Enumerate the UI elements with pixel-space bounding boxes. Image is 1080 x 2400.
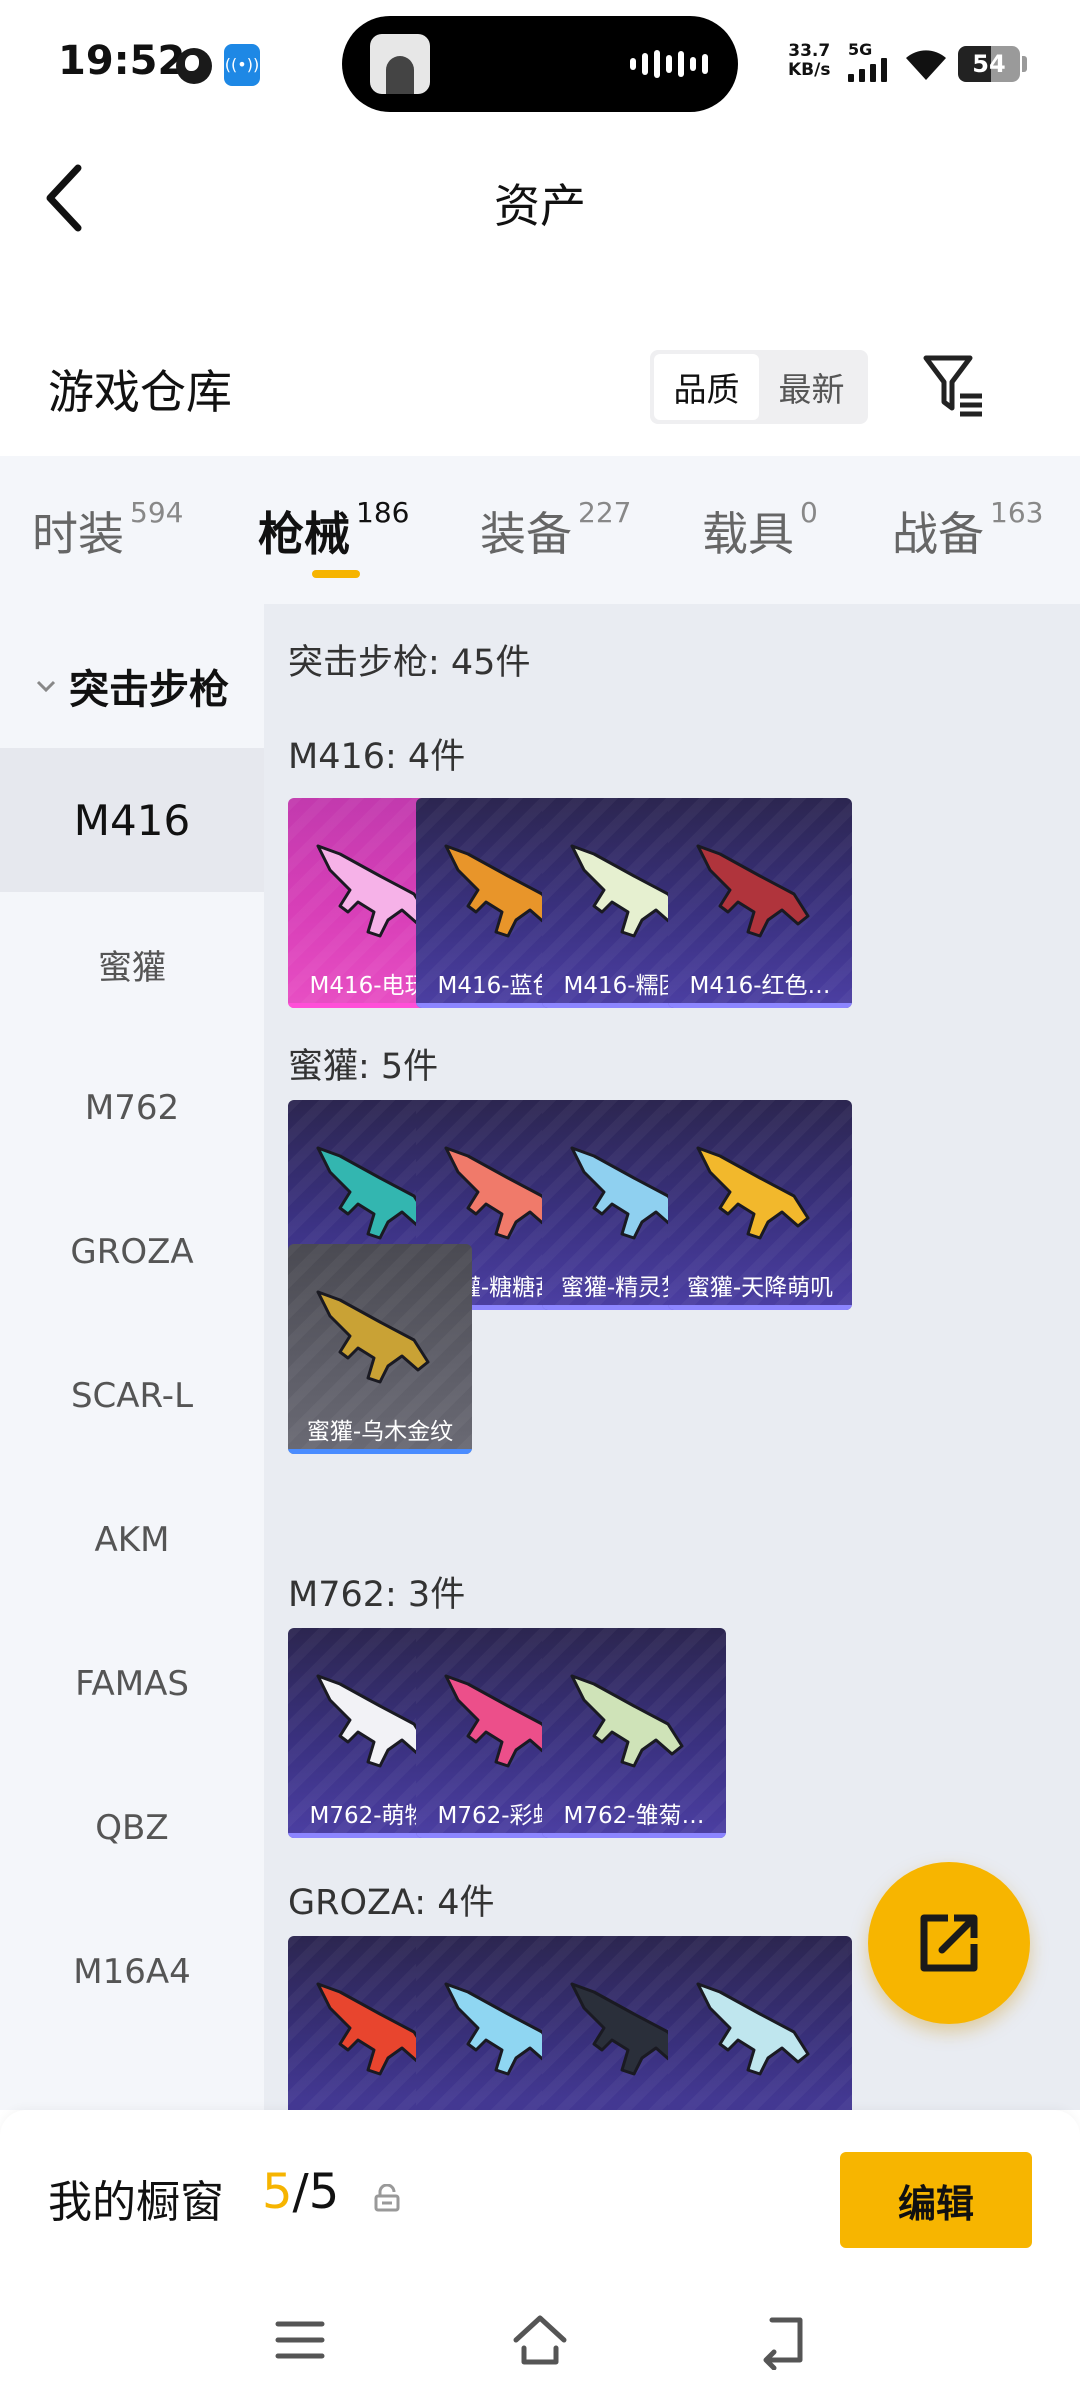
rarity-bar xyxy=(542,1833,726,1838)
group-label-m762: M762: 3件 xyxy=(288,1575,466,1615)
category-total: 突击步枪: 45件 xyxy=(288,643,531,683)
tab-label: 战备 xyxy=(892,507,984,561)
battery-level: 54 xyxy=(972,50,1006,78)
media-avatar xyxy=(370,34,430,94)
back-nav-icon[interactable] xyxy=(752,2310,812,2370)
tab-count: 594 xyxy=(130,496,184,529)
status-bar: 19:52 ((•)) 33.7 KB/s 5G 54 xyxy=(0,0,1080,130)
wifi-icon xyxy=(906,50,946,80)
showcase-count: 5/5 xyxy=(262,2164,339,2220)
group-label-groza: GROZA: 4件 xyxy=(288,1883,495,1923)
filter-icon[interactable] xyxy=(920,352,988,420)
sidebar-item-m16a4[interactable]: M16A4 xyxy=(0,1900,264,2044)
tab-equipment[interactable]: 装备 227 xyxy=(480,496,632,564)
network-speed-unit: KB/s xyxy=(788,60,831,80)
weapon-card[interactable]: 蜜獾-天降萌叽 xyxy=(668,1100,852,1310)
showcase-bar: 我的橱窗 5/5 编辑 xyxy=(0,2110,1080,2280)
system-nav-bar xyxy=(0,2280,1080,2400)
menu-icon[interactable] xyxy=(270,2310,330,2370)
tab-outfit[interactable]: 时装 594 xyxy=(32,496,184,564)
tab-label: 枪械 xyxy=(258,507,350,561)
sort-option-newest[interactable]: 最新 xyxy=(759,354,864,420)
sidebar-item-m762[interactable]: M762 xyxy=(0,1036,264,1180)
sidebar-item-m416[interactable]: M416 xyxy=(0,748,264,892)
weapon-skin-name: 蜜獾-乌木金纹 xyxy=(306,1419,454,1445)
weapon-card[interactable]: M416-红色… xyxy=(668,798,852,1008)
tab-label: 装备 xyxy=(480,507,572,561)
lock-icon xyxy=(374,2184,400,2212)
weapon-card[interactable]: M762-雏菊… xyxy=(542,1628,726,1838)
sidebar-item-honey-badger[interactable]: 蜜獾 xyxy=(0,892,264,1036)
showcase-max: 5 xyxy=(308,2164,340,2220)
weapon-skin-name: M762-雏菊… xyxy=(563,1803,705,1829)
hotspot-icon: ((•)) xyxy=(224,44,260,86)
sort-option-quality[interactable]: 品质 xyxy=(654,354,759,420)
rarity-bar xyxy=(668,1305,852,1310)
tab-combat-supplies[interactable]: 战备 163 xyxy=(892,496,1044,564)
tab-count: 163 xyxy=(990,496,1044,529)
tab-weapons[interactable]: 枪械 186 xyxy=(258,496,410,564)
weapon-skin-image xyxy=(696,1982,810,2076)
network-type: 5G xyxy=(848,40,873,59)
audio-wave-icon xyxy=(630,50,708,78)
weapon-skin-image xyxy=(570,1674,684,1768)
group-label-honey-badger: 蜜獾: 5件 xyxy=(288,1047,439,1087)
home-icon[interactable] xyxy=(510,2310,570,2370)
rarity-bar xyxy=(288,1449,472,1454)
tab-vehicles[interactable]: 载具 0 xyxy=(702,496,818,564)
sort-toggle: 品质 最新 xyxy=(650,350,868,424)
sidebar-item-scar-l[interactable]: SCAR-L xyxy=(0,1324,264,1468)
sidebar-item-groza[interactable]: GROZA xyxy=(0,1180,264,1324)
rarity-bar xyxy=(668,1003,852,1008)
battery-icon: 54 xyxy=(958,46,1020,82)
showcase-separator: / xyxy=(292,2164,309,2220)
sidebar-item-famas[interactable]: FAMAS xyxy=(0,1612,264,1756)
sidebar-group-assault-rifles[interactable]: 突击步枪 xyxy=(0,626,264,746)
globe-icon xyxy=(176,48,212,84)
showcase-current: 5 xyxy=(262,2164,293,2220)
weapon-skin-name: M416-红色… xyxy=(689,973,831,999)
weapon-card[interactable] xyxy=(668,1936,852,2110)
battery-nub xyxy=(1022,56,1027,72)
weapon-skin-image xyxy=(316,1290,430,1384)
network-speed-value: 33.7 xyxy=(788,41,831,61)
sidebar-item-akm[interactable]: AKM xyxy=(0,1468,264,1612)
weapon-sidebar: 突击步枪 M416 蜜獾 M762 GROZA SCAR-L AKM FAMAS… xyxy=(0,604,264,2110)
edit-button[interactable]: 编辑 xyxy=(840,2152,1032,2248)
weapon-skin-image xyxy=(696,844,810,938)
tab-count: 0 xyxy=(800,496,818,529)
weapon-skin-image xyxy=(696,1146,810,1240)
weapon-skin-name: 蜜獾-天降萌叽 xyxy=(686,1275,834,1301)
dynamic-island[interactable] xyxy=(342,16,738,112)
tab-label: 时装 xyxy=(32,507,124,561)
tab-count: 227 xyxy=(578,496,632,529)
showcase-label: 我的橱窗 xyxy=(48,2177,224,2228)
share-icon xyxy=(920,1914,978,1972)
status-time: 19:52 xyxy=(58,38,186,84)
network-speed: 33.7 KB/s xyxy=(788,42,830,80)
sidebar-group-label: 突击步枪 xyxy=(69,667,229,713)
warehouse-title: 游戏仓库 xyxy=(48,365,232,419)
group-label-m416: M416: 4件 xyxy=(288,737,466,777)
tab-count: 186 xyxy=(356,496,410,529)
tab-label: 载具 xyxy=(702,507,794,561)
weapon-card[interactable]: 蜜獾-乌木金纹 xyxy=(288,1244,472,1454)
active-tab-indicator xyxy=(312,570,360,578)
share-button[interactable] xyxy=(868,1862,1030,2024)
chevron-down-icon xyxy=(36,680,56,693)
page-title: 资产 xyxy=(494,179,586,233)
signal-icon xyxy=(848,58,887,82)
sidebar-item-qbz[interactable]: QBZ xyxy=(0,1756,264,1900)
